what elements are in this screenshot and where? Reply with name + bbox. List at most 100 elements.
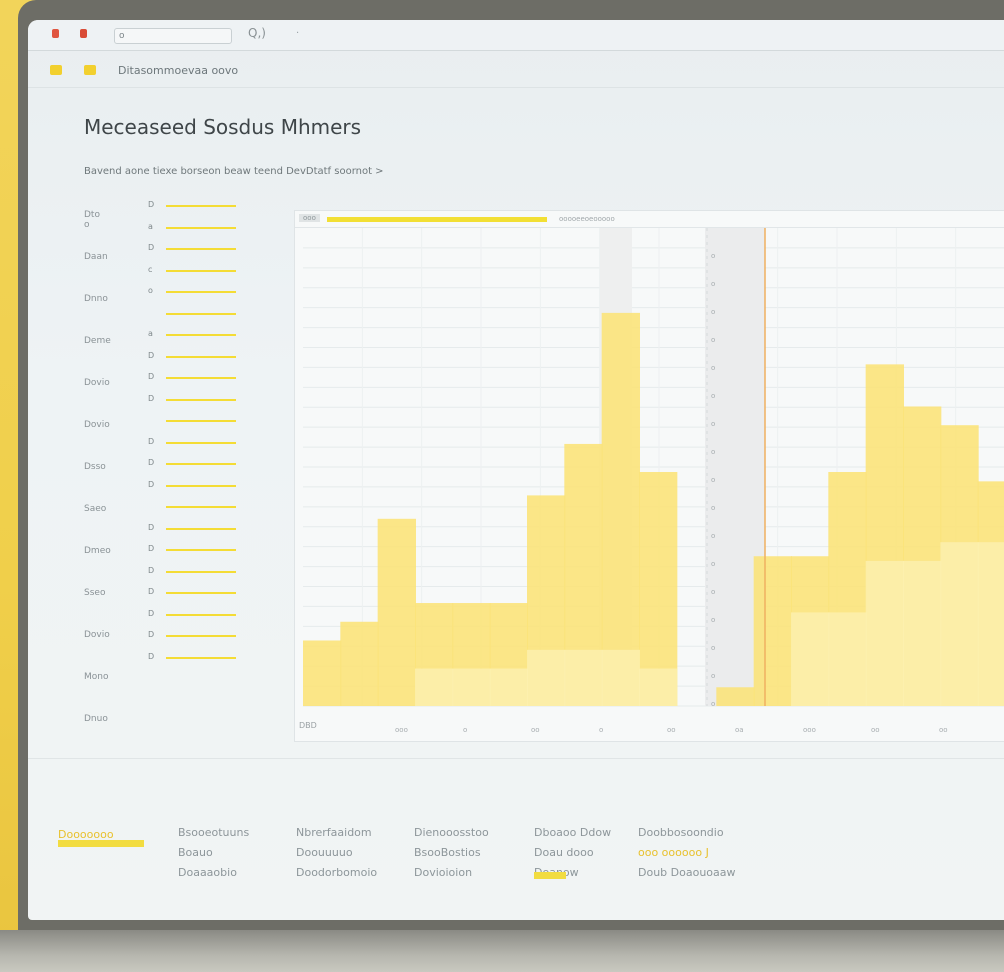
legend-item-num: D (148, 565, 155, 575)
legend-item-num: D (148, 436, 155, 446)
legend-swatch (166, 398, 236, 401)
footer-legend-item: Dienooosstoo (414, 826, 489, 839)
legend-swatch (166, 570, 236, 573)
marker-label: o (711, 280, 715, 288)
x-tick-label: oa (735, 726, 744, 734)
x-tick-label: oo (939, 726, 948, 734)
legend-swatch (166, 420, 236, 422)
legend-swatch (166, 269, 236, 272)
chart-bar (791, 612, 830, 706)
page-subtitle: Bavend aone tiexe borseon beaw teend Dev… (84, 166, 384, 177)
row-label: Dnuo (84, 714, 108, 724)
address-input[interactable]: o (114, 28, 232, 44)
footer-legend-item: Doouuuuo (296, 846, 353, 859)
chart-bar (415, 668, 454, 706)
legend-swatch (166, 226, 236, 229)
footer-legend-item: Boauo (178, 846, 213, 859)
search-icon[interactable]: Q,) (248, 26, 266, 40)
row-label: Dovio (84, 630, 110, 640)
row-label: Sseo (84, 588, 106, 598)
chart-bar (753, 556, 792, 706)
marker-label: o (711, 616, 715, 624)
legend-item-num: o (148, 286, 153, 295)
page-title: Meceaseed Sosdus Mhmers (84, 115, 362, 139)
marker-label: o (711, 252, 715, 260)
legend-swatch (166, 355, 236, 358)
footer-legend-item: Doobbosoondio (638, 826, 724, 839)
row-label: Dsso (84, 462, 106, 472)
legend-item-num: D (148, 200, 155, 209)
chart-header: ooo ooooeeoeooooo (295, 211, 1004, 228)
footer-legend-item: ooo oooooo J (638, 846, 709, 859)
chart-bar (452, 668, 491, 706)
legend-swatch (166, 291, 236, 293)
chart-panel: ooo ooooeeoeooooo o o o o o o o o o o o o o o o o o DBD oo… (294, 210, 1004, 742)
folder-icon[interactable] (50, 65, 62, 75)
legend-item-num: D (148, 544, 155, 553)
chart-plot: oooooooooooooooooDBDooooooooooaooooooooo (299, 228, 1004, 734)
marker-label: o (711, 336, 715, 344)
legend-item-num: D (148, 243, 155, 252)
x-axis-label: DBD (299, 721, 317, 730)
marker-label: o (711, 504, 715, 512)
close-icon[interactable] (52, 29, 59, 38)
chart-bar (340, 621, 379, 706)
legend-item-num: a (148, 329, 153, 338)
marker-label: o (711, 532, 715, 540)
x-tick-label: oo (667, 726, 676, 734)
x-tick-label: oo (531, 726, 540, 734)
legend-swatch (166, 484, 236, 487)
chart-bar (639, 668, 678, 706)
row-label: Dmeo (84, 546, 111, 556)
chart-bar (489, 668, 528, 706)
marker-label: o (711, 448, 715, 456)
chart-header-bar (327, 217, 547, 222)
x-tick-label: oo (871, 726, 880, 734)
marker-label: o (711, 392, 715, 400)
breadcrumb[interactable]: Ditasommoevaa oovo (118, 64, 238, 77)
legend-item-num: D (148, 458, 155, 467)
more-icon[interactable]: · (296, 28, 299, 39)
x-tick-label: ooo (803, 726, 816, 734)
marker-label: o (711, 672, 715, 680)
footer-legend-label: Dooooooo (58, 828, 114, 841)
folder-icon[interactable] (84, 65, 96, 75)
row-label: Dnno (84, 294, 108, 304)
legend-swatch (166, 334, 236, 336)
footer-legend-item: Bsooeotuuns (178, 826, 250, 839)
marker-label: o (711, 308, 715, 316)
row-label: Deme (84, 336, 111, 346)
legend-swatch (166, 312, 236, 315)
chart-bar (716, 687, 755, 706)
row-label: Dovio (84, 378, 110, 388)
chart-bar (527, 649, 566, 706)
marker-label: o (711, 476, 715, 484)
legend-item-num: D (148, 522, 155, 532)
chart-bar (977, 542, 1004, 706)
marker-label: o (711, 560, 715, 568)
legend-item-num: D (148, 372, 155, 381)
chart-bar (601, 649, 640, 706)
legend-item-num: D (148, 479, 155, 489)
divider (28, 758, 1004, 759)
legend-swatch (166, 635, 236, 637)
legend-swatch (166, 248, 236, 250)
chart-bar (303, 640, 342, 706)
chart-bar (601, 312, 640, 706)
row-label: Dto o (84, 210, 100, 230)
x-tick-label: ooo (395, 726, 408, 734)
minimize-icon[interactable] (80, 29, 87, 38)
marker-label: o (711, 644, 715, 652)
chart-bar (940, 542, 979, 706)
chart-bar (828, 612, 867, 706)
row-label: Dovio (84, 420, 110, 430)
legend-item-num: D (148, 630, 155, 639)
footer-legend-item: Nbrerfaaidom (296, 826, 372, 839)
legend-swatch (166, 656, 236, 659)
footer-legend-item: Dboaoo Ddow (534, 826, 612, 839)
row-label: Saeo (84, 504, 107, 514)
chart-bar (377, 518, 416, 706)
footer-legend-item: Dovioioion (414, 866, 473, 879)
legend-swatch (166, 441, 236, 444)
legend-swatch (534, 872, 566, 879)
